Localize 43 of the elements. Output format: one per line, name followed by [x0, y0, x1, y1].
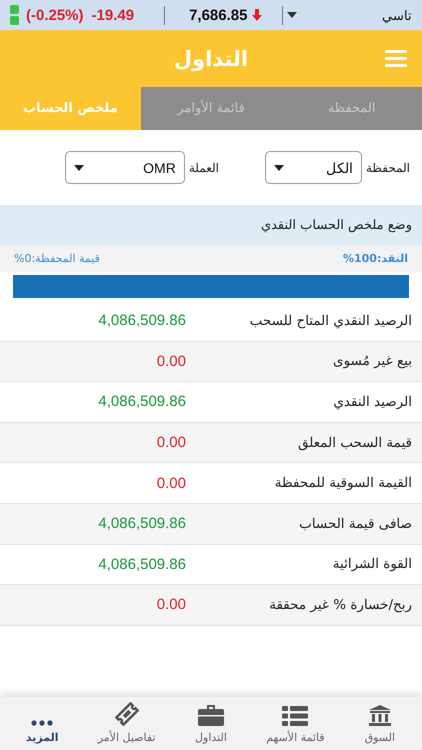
down-arrow-icon: [252, 9, 262, 21]
dropdown[interactable]: الكل: [264, 151, 362, 184]
change-percent: (-0.25%): [26, 6, 84, 24]
row-label: بيع غير مُسوى: [332, 353, 413, 370]
row-label: ربح/خسارة % غير محققة: [268, 596, 413, 613]
nav-tab[interactable]: التداول: [168, 697, 254, 750]
status-icon: [10, 5, 19, 25]
nav-tab[interactable]: تفاصيل الأمر: [84, 697, 169, 750]
caret-icon: [274, 164, 284, 170]
cash-ratio: النقد:100%: [342, 252, 408, 265]
row-label: الرصيد النقدي المتاح للسحب: [248, 312, 413, 329]
row-label: القيمة السوقية للمحفظة: [274, 475, 413, 492]
row-value: 4,086,509.86: [97, 312, 186, 330]
bank-icon: [368, 705, 391, 726]
filter-label: العملة: [188, 160, 219, 174]
caret-icon: [74, 164, 84, 170]
more-icon: [31, 720, 54, 726]
briefcase-icon: [198, 704, 224, 726]
row-label: الرصيد النقدي: [332, 394, 413, 410]
ticket-icon: [114, 702, 139, 726]
list-icon: [282, 706, 308, 726]
row-value: 0.00: [156, 352, 186, 370]
section-title: وضع ملخص الحساب النقدي: [260, 218, 412, 232]
row-value: 4,086,509.86: [97, 393, 186, 410]
portfolio-ratio: قيمة المحفظة:0%: [14, 252, 100, 265]
index-name[interactable]: تاسي: [382, 8, 412, 22]
row-label: صافى قيمة الحساب: [298, 516, 413, 532]
nav-tab[interactable]: المزيد: [0, 697, 84, 750]
row-label: القوة الشرائية: [332, 556, 413, 572]
caret-icon[interactable]: [287, 12, 298, 18]
nav-tab[interactable]: السوق: [338, 697, 422, 750]
filter-label: المحفظة: [366, 160, 410, 174]
dropdown[interactable]: OMR: [64, 151, 185, 184]
row-value: 4,086,509.86: [97, 556, 186, 573]
row-value: 0.00: [156, 596, 186, 614]
index-value: 7,686.85: [189, 6, 248, 24]
row-value: 0.00: [156, 434, 186, 452]
row-value: 4,086,509.86: [97, 515, 186, 532]
row-label: قيمة السحب المعلق: [297, 434, 413, 451]
nav-tab[interactable]: قائمة الأسهم: [253, 697, 338, 750]
change-value: -19.49: [92, 6, 134, 24]
row-value: 0.00: [156, 474, 186, 492]
page-title: التداول: [174, 46, 248, 70]
